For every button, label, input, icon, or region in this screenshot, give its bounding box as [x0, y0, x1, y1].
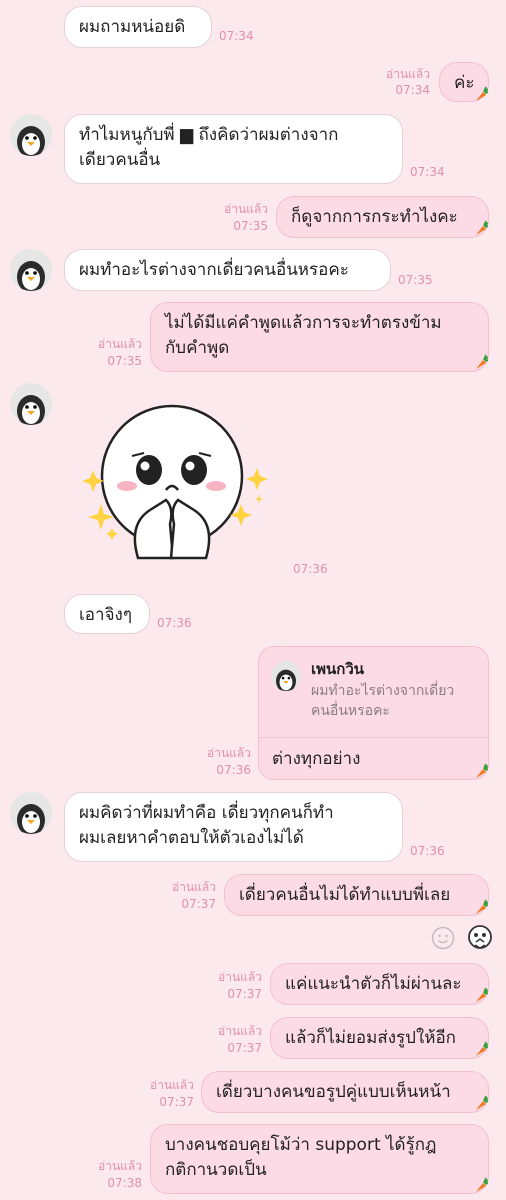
- timestamp: 07:34: [395, 83, 430, 97]
- message-bubble[interactable]: บางคนชอบคุยโม้ว่า support ได้รู้กฎ กติกา…: [150, 1124, 489, 1194]
- carrot-icon: [474, 354, 488, 370]
- quoted-message[interactable]: เพนกวิน ผมทำอะไรต่างจากเดี่ยว คนอื่นหรอค…: [259, 647, 488, 738]
- timestamp: 07:37: [181, 897, 216, 911]
- message-bubble[interactable]: เดี่ยวบางคนขอรูปคู่แบบเห็นหน้า: [201, 1071, 489, 1113]
- read-receipt: อ่านแล้ว: [172, 880, 216, 894]
- timestamp: 07:36: [410, 844, 445, 858]
- message-bubble[interactable]: เอาจิงๆ: [64, 594, 150, 634]
- read-receipt: อ่านแล้ว: [207, 746, 251, 760]
- penguin-avatar[interactable]: [10, 249, 52, 291]
- smiley-reaction-icon[interactable]: [431, 926, 455, 950]
- message-bubble[interactable]: ผมคิดว่าที่ผมทำคือ เดี่ยวทุกคนก็ทำ ผมเลย…: [64, 792, 403, 862]
- timestamp: 07:35: [107, 354, 142, 368]
- reply-text: ต่างทุกอย่าง: [272, 749, 361, 769]
- timestamp: 07:37: [227, 987, 262, 1001]
- message-bubble[interactable]: แล้วก็ไม่ยอมส่งรูปให้อีก: [270, 1017, 489, 1059]
- carrot-icon: [474, 1095, 488, 1111]
- timestamp: 07:35: [398, 273, 433, 287]
- penguin-avatar: [271, 661, 301, 691]
- timestamp: 07:34: [219, 29, 254, 43]
- quoted-text: ผมทำอะไรต่างจากเดี่ยว คนอื่นหรอคะ: [311, 683, 455, 719]
- read-receipt: อ่านแล้ว: [98, 1159, 142, 1173]
- read-receipt: อ่านแล้ว: [150, 1078, 194, 1092]
- carrot-icon: [474, 1041, 488, 1057]
- carrot-icon: [474, 763, 488, 779]
- timestamp: 07:34: [410, 165, 445, 179]
- penguin-avatar[interactable]: [10, 792, 52, 834]
- character-reaction-icon[interactable]: [467, 924, 493, 952]
- message-bubble[interactable]: ผมทำอะไรต่างจากเดี่ยวคนอื่นหรอคะ: [64, 249, 391, 291]
- timestamp: 07:35: [233, 219, 268, 233]
- message-bubble[interactable]: ไม่ได้มีแค่คำพูดแล้วการจะทำตรงข้าม กับคำ…: [150, 302, 489, 372]
- read-receipt: อ่านแล้ว: [386, 67, 430, 81]
- carrot-icon: [474, 220, 488, 236]
- carrot-icon: [474, 987, 488, 1003]
- carrot-icon: [474, 86, 488, 102]
- quoted-sender-name: เพนกวิน: [311, 660, 365, 678]
- message-bubble[interactable]: ก็ดูจากการกระทำไงคะ: [276, 196, 489, 238]
- crying-face-sticker[interactable]: [70, 398, 280, 576]
- timestamp: 07:38: [107, 1176, 142, 1190]
- message-bubble[interactable]: ทำไมหนูกับพี่ ▆ ถึงคิดว่าผมต่างจาก เดียว…: [64, 114, 403, 184]
- carrot-icon: [474, 1177, 488, 1193]
- timestamp: 07:37: [159, 1095, 194, 1109]
- penguin-avatar[interactable]: [10, 114, 52, 156]
- timestamp: 07:37: [227, 1041, 262, 1055]
- reply-message-bubble[interactable]: เพนกวิน ผมทำอะไรต่างจากเดี่ยว คนอื่นหรอค…: [258, 646, 489, 780]
- timestamp: 07:36: [157, 616, 192, 630]
- read-receipt: อ่านแล้ว: [218, 1024, 262, 1038]
- penguin-avatar[interactable]: [10, 383, 52, 425]
- read-receipt: อ่านแล้ว: [218, 970, 262, 984]
- message-bubble[interactable]: ผมถามหน่อยดิ: [64, 6, 212, 48]
- timestamp: 07:36: [216, 763, 251, 777]
- message-bubble[interactable]: แค่แนะนำตัวก็ไม่ผ่านละ: [270, 963, 489, 1005]
- read-receipt: อ่านแล้ว: [224, 202, 268, 216]
- timestamp: 07:36: [293, 562, 328, 576]
- read-receipt: อ่านแล้ว: [98, 337, 142, 351]
- message-bubble[interactable]: เดี่ยวคนอื่นไม่ได้ทำแบบพี่เลย: [224, 874, 489, 916]
- carrot-icon: [474, 899, 488, 915]
